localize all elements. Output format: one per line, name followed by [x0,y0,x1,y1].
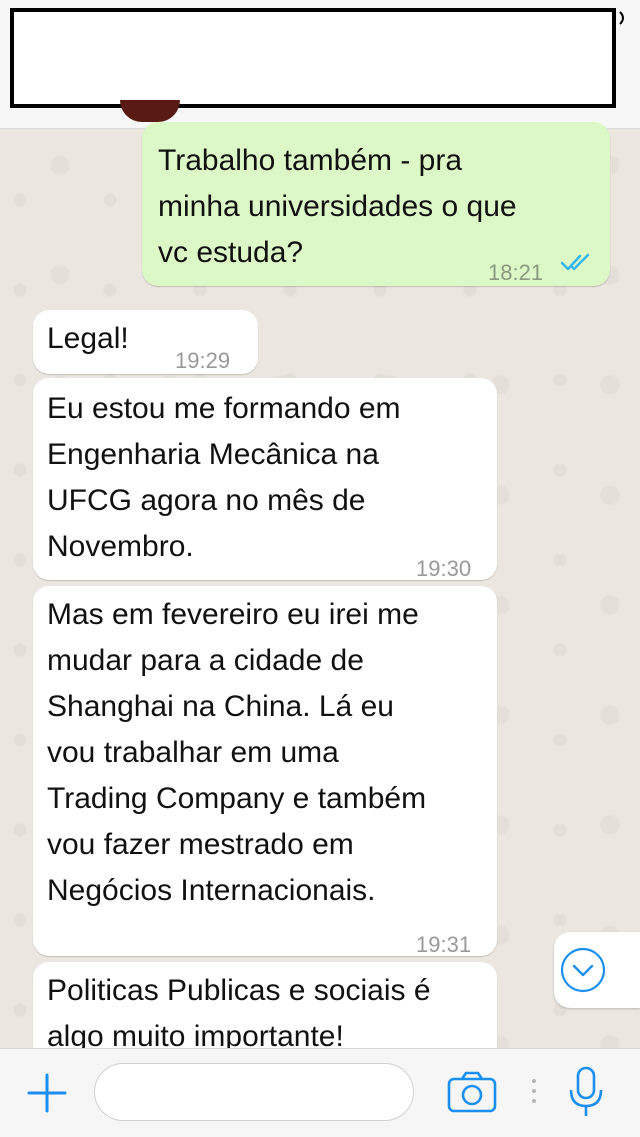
chevron-down-icon [560,947,606,993]
redaction-box [10,8,616,108]
chat-header [0,0,640,129]
message-text: Eu estou me formando em Engenharia Mecân… [47,392,401,563]
message-bubble-outgoing[interactable]: Trabalho também - pra minha universidade… [142,122,610,286]
avatar[interactable] [120,100,180,122]
message-bubble-incoming[interactable]: Politicas Publicas e sociais é algo muit… [33,962,497,1048]
message-time: 18:21 [488,260,544,285]
message-input[interactable] [94,1063,414,1121]
message-text: Politicas Publicas e sociais é algo muit… [47,974,431,1048]
camera-icon[interactable] [446,1070,498,1114]
divider-dots-icon [532,1079,536,1103]
double-check-icon [560,253,590,271]
message-bubble-incoming[interactable]: Legal! 19:29 [33,310,258,374]
corner-icon [619,11,624,25]
message-text: Mas em fevereiro eu irei me mudar para a… [47,598,427,907]
message-bubble-incoming[interactable]: Eu estou me formando em Engenharia Mecân… [33,378,497,581]
scroll-down-button[interactable] [554,932,640,1008]
plus-icon[interactable] [26,1072,68,1114]
message-bubble-incoming[interactable]: Mas em fevereiro eu irei me mudar para a… [33,586,497,957]
microphone-icon[interactable] [566,1066,606,1118]
